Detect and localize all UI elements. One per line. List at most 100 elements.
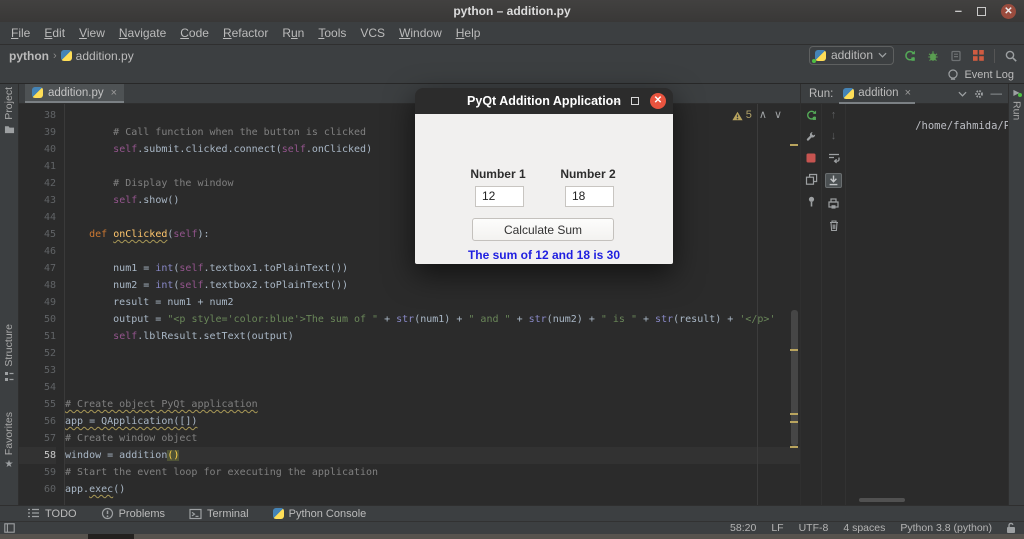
status-line-separator[interactable]: LF xyxy=(771,522,783,534)
coverage-button[interactable] xyxy=(949,49,963,63)
toolwindow-toggle-icon[interactable] xyxy=(4,523,15,533)
search-everywhere-button[interactable] xyxy=(1004,49,1018,63)
next-warning-icon[interactable]: ∨ xyxy=(774,107,782,124)
warning-stripe-mark[interactable] xyxy=(790,421,798,423)
line-number[interactable]: 50 xyxy=(19,311,56,328)
line-number[interactable]: 52 xyxy=(19,345,56,362)
code-line[interactable]: # Create window object xyxy=(65,430,800,447)
gear-icon[interactable] xyxy=(973,88,985,100)
status-encoding[interactable]: UTF-8 xyxy=(799,522,829,534)
line-number[interactable]: 53 xyxy=(19,362,56,379)
line-number[interactable]: 56 xyxy=(19,413,56,430)
lock-button[interactable] xyxy=(1006,522,1016,534)
rerun-button[interactable] xyxy=(903,49,917,63)
code-line[interactable]: app = QApplication([]) xyxy=(65,413,800,430)
line-number[interactable]: 42 xyxy=(19,175,56,192)
line-number[interactable]: 44 xyxy=(19,209,56,226)
line-number[interactable]: 41 xyxy=(19,158,56,175)
number2-input[interactable]: 18 xyxy=(565,186,614,207)
code-line[interactable]: result = num1 + num2 xyxy=(65,294,800,311)
restore-layout-button[interactable] xyxy=(805,173,818,186)
tool-window-button-todo[interactable]: TODO xyxy=(27,508,77,520)
line-number[interactable]: 39 xyxy=(19,124,56,141)
prev-warning-icon[interactable]: ∧ xyxy=(759,107,767,124)
tool-window-button-run[interactable]: ▶ Run xyxy=(1009,88,1024,120)
inspection-widget[interactable]: 5 ∧ ∨ xyxy=(732,107,782,124)
tool-window-button-favorites[interactable]: Favorites ★ xyxy=(0,412,18,470)
line-number[interactable]: 57 xyxy=(19,430,56,447)
line-number[interactable]: 46 xyxy=(19,243,56,260)
line-number[interactable]: 60 xyxy=(19,481,56,498)
menu-help[interactable]: Help xyxy=(449,26,488,40)
editor-scrollbar[interactable] xyxy=(788,104,800,505)
maximize-icon[interactable] xyxy=(977,7,986,16)
line-number[interactable]: 43 xyxy=(19,192,56,209)
code-editor[interactable]: 3839404142434445464748495051525354555657… xyxy=(19,104,800,505)
os-titlebar[interactable]: python – addition.py – ✕ xyxy=(0,0,1024,22)
menu-navigate[interactable]: Navigate xyxy=(112,26,173,40)
dialog-maximize-icon[interactable] xyxy=(631,97,639,105)
status-interpreter[interactable]: Python 3.8 (python) xyxy=(900,522,992,534)
line-number[interactable]: 45 xyxy=(19,226,56,243)
dialog-close-icon[interactable]: ✕ xyxy=(650,93,666,109)
tool-window-button-project[interactable]: Project xyxy=(0,87,18,134)
clear-console-button[interactable] xyxy=(828,219,840,232)
scroll-to-end-button[interactable] xyxy=(825,173,842,188)
warning-stripe-mark[interactable] xyxy=(790,349,798,351)
event-log-button[interactable]: Event Log xyxy=(964,69,1014,81)
tool-window-button-problems[interactable]: Problems xyxy=(101,507,165,520)
pin-button[interactable] xyxy=(805,195,818,208)
warning-stripe-mark[interactable] xyxy=(790,413,798,415)
number1-input[interactable]: 12 xyxy=(475,186,524,207)
menu-window[interactable]: Window xyxy=(392,26,449,40)
tab-close-icon[interactable]: × xyxy=(111,87,117,99)
profiler-button[interactable] xyxy=(972,49,985,62)
menu-refactor[interactable]: Refactor xyxy=(216,26,275,40)
run-tab-addition[interactable]: addition × xyxy=(839,84,915,104)
line-number[interactable]: 51 xyxy=(19,328,56,345)
menu-tools[interactable]: Tools xyxy=(311,26,353,40)
hide-panel-icon[interactable]: — xyxy=(991,88,1003,100)
tool-window-button-python-console[interactable]: Python Console xyxy=(273,508,367,520)
down-stacktrace-icon[interactable]: ↓ xyxy=(831,130,837,142)
breadcrumb-file[interactable]: addition.py xyxy=(76,49,134,63)
code-line[interactable]: self.lblResult.setText(output) xyxy=(65,328,800,345)
status-indent[interactable]: 4 spaces xyxy=(843,522,885,534)
menu-vcs[interactable]: VCS xyxy=(353,26,392,40)
console-hscrollbar[interactable] xyxy=(859,498,905,502)
scrollbar-thumb[interactable] xyxy=(791,310,798,446)
line-number[interactable]: 47 xyxy=(19,260,56,277)
line-number[interactable]: 48 xyxy=(19,277,56,294)
rerun-button[interactable] xyxy=(805,109,818,122)
run-configuration-select[interactable]: addition xyxy=(809,46,894,65)
menu-edit[interactable]: Edit xyxy=(37,26,72,40)
gutter[interactable]: 3839404142434445464748495051525354555657… xyxy=(19,104,65,505)
warning-stripe-mark[interactable] xyxy=(790,446,798,448)
dialog-titlebar[interactable]: PyQt Addition Application – ✕ xyxy=(415,88,673,114)
tool-window-button-structure[interactable]: Structure xyxy=(0,324,18,382)
edit-config-button[interactable] xyxy=(805,131,817,143)
line-number[interactable]: 55 xyxy=(19,396,56,413)
code-line[interactable]: app.exec() xyxy=(65,481,800,498)
code-line[interactable]: num2 = int(self.textbox2.toPlainText()) xyxy=(65,277,800,294)
close-icon[interactable]: ✕ xyxy=(1001,4,1016,19)
line-number[interactable]: 54 xyxy=(19,379,56,396)
code-line[interactable]: output = "<p style='color:blue'>The sum … xyxy=(65,311,800,328)
menu-file[interactable]: File xyxy=(4,26,37,40)
editor-tab-addition-py[interactable]: addition.py × xyxy=(25,84,124,103)
print-button[interactable] xyxy=(827,197,840,210)
breadcrumb-root[interactable]: python xyxy=(9,49,49,63)
dialog-minimize-icon[interactable]: – xyxy=(613,97,620,105)
menu-code[interactable]: Code xyxy=(173,26,216,40)
calculate-sum-button[interactable]: Calculate Sum xyxy=(472,218,614,241)
line-number[interactable]: 40 xyxy=(19,141,56,158)
code-line[interactable] xyxy=(65,345,800,362)
menu-run[interactable]: Run xyxy=(275,26,311,40)
run-tab-close-icon[interactable]: × xyxy=(905,87,911,99)
code-line[interactable]: # Create object PyQt application xyxy=(65,396,800,413)
debug-button[interactable] xyxy=(926,49,940,63)
line-number[interactable]: 38 xyxy=(19,107,56,124)
line-number[interactable]: 59 xyxy=(19,464,56,481)
soft-wrap-button[interactable] xyxy=(827,151,841,164)
tool-window-button-terminal[interactable]: Terminal xyxy=(189,508,249,520)
